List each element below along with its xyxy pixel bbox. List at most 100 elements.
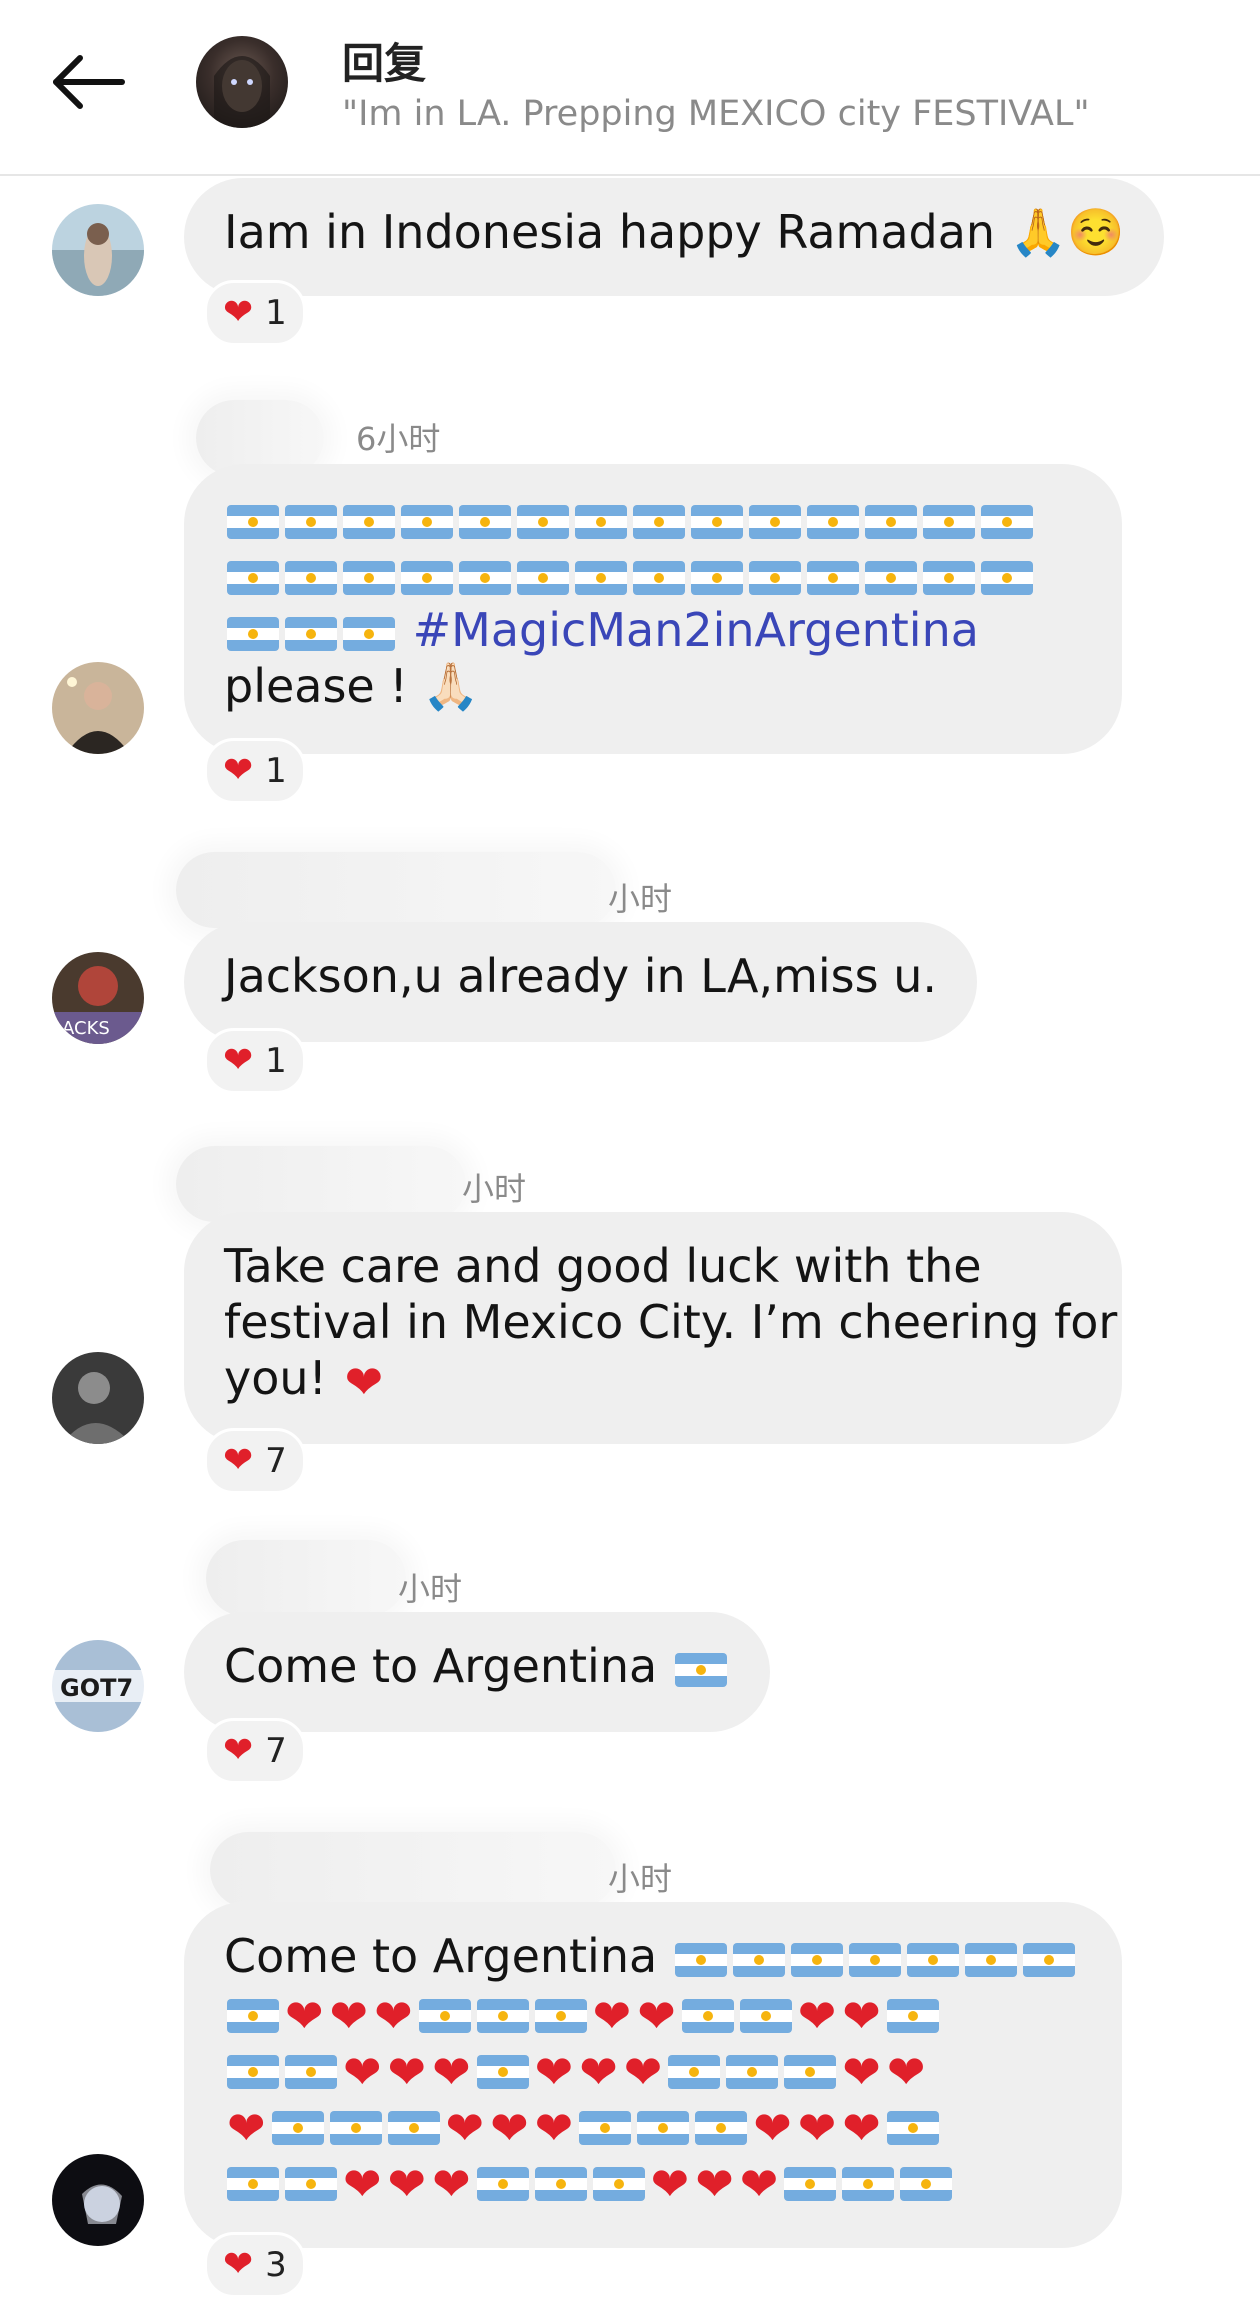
like-count: 3	[265, 2245, 287, 2285]
like-count: 7	[265, 1731, 287, 1771]
like-reaction[interactable]: ❤ 1	[204, 1028, 306, 1094]
argentina-flag-icon	[674, 1652, 727, 1687]
emoji-row: ❤ ❤ ❤ ❤ ❤ ❤	[224, 2152, 1082, 2208]
comment-text: you!	[224, 1351, 327, 1405]
argentina-flag-icon	[285, 2054, 337, 2089]
heart-icon: ❤	[223, 1040, 254, 1081]
heart-icon: ❤	[343, 2044, 382, 2099]
heart-icon: ❤	[223, 1730, 254, 1771]
redacted-username	[206, 1540, 406, 1616]
argentina-flag-icon	[726, 2054, 779, 2089]
commenter-avatar[interactable]: GOT7	[52, 1640, 144, 1732]
emoji-row: ❤ ❤ ❤ ❤ ❤ ❤ ❤	[224, 1984, 1082, 2040]
argentina-flag-icon	[842, 2166, 895, 2201]
argentina-flag-icon	[517, 504, 569, 539]
argentina-flag-icon	[343, 616, 395, 651]
like-reaction[interactable]: ❤ 7	[204, 1428, 306, 1494]
comment-text: Come to Argentina	[224, 1929, 658, 1983]
heart-icon: ❤	[223, 1440, 254, 1481]
comment-text: festival in Mexico City. I’m cheering fo…	[224, 1295, 1118, 1349]
like-count: 1	[265, 751, 287, 791]
heart-icon: ❤	[753, 2100, 792, 2155]
argentina-flag-icon	[401, 504, 453, 539]
heart-icon: ❤	[886, 2044, 926, 2099]
heart-icon: ❤	[650, 2156, 690, 2211]
heart-icon: ❤	[344, 1354, 384, 1409]
argentina-flag-icon	[981, 504, 1033, 539]
post-quote-subtitle: "Im in LA. Prepping MEXICO city FESTIVAL…	[342, 94, 1090, 134]
comment-bubble: Come to Argentina	[184, 1612, 770, 1732]
argentina-flag-icon	[343, 560, 395, 595]
like-reaction[interactable]: ❤ 7	[204, 1718, 306, 1784]
argentina-flag-icon	[784, 2166, 837, 2201]
argentina-flag-icon	[691, 504, 743, 539]
heart-icon: ❤	[223, 292, 254, 333]
heart-icon: ❤	[285, 1988, 324, 2043]
comment-time: 小时	[608, 880, 673, 918]
heart-icon: ❤	[623, 2044, 663, 2099]
like-reaction[interactable]: ❤ 1	[204, 280, 306, 346]
comment-bubble: Jackson,u already in LA,miss u.	[184, 922, 977, 1042]
comment-time: 小时	[462, 1170, 527, 1208]
comment-text: Iam in Indonesia happy Ramadan 🙏☺️	[224, 205, 1125, 259]
argentina-flag-icon	[739, 1998, 792, 2033]
argentina-flag-icon	[964, 1942, 1017, 1977]
heart-icon: ❤	[387, 2044, 427, 2099]
argentina-flag-icon	[387, 2110, 440, 2145]
argentina-flag-icon	[517, 560, 569, 595]
argentina-flag-icon	[807, 560, 859, 595]
argentina-flag-icon	[923, 560, 975, 595]
commenter-avatar[interactable]: ACKS	[52, 952, 144, 1044]
hashtag-link[interactable]: #MagicMan2inArgentina	[413, 603, 979, 657]
flag-row	[224, 603, 398, 657]
argentina-flag-icon	[227, 1998, 279, 2033]
heart-icon: ❤	[223, 750, 254, 791]
like-reaction[interactable]: ❤ 1	[204, 738, 306, 804]
like-reaction[interactable]: ❤ 3	[204, 2232, 306, 2298]
flag-row	[224, 490, 1082, 546]
comment-time: 小时	[398, 1570, 463, 1608]
argentina-flag-icon	[418, 1998, 471, 2033]
heart-icon: ❤	[387, 2156, 427, 2211]
redacted-username	[176, 1146, 466, 1222]
argentina-flag-icon	[886, 2110, 939, 2145]
argentina-flag-icon	[674, 1942, 727, 1977]
argentina-flag-icon	[579, 2110, 632, 2145]
argentina-flag-icon	[637, 2110, 690, 2145]
heart-icon: ❤	[695, 2156, 734, 2211]
commenter-avatar[interactable]	[52, 204, 144, 296]
argentina-flag-icon	[981, 560, 1033, 595]
commenter-avatar[interactable]	[52, 1352, 144, 1444]
heart-icon: ❤	[534, 2044, 574, 2099]
heart-icon: ❤	[432, 2044, 471, 2099]
argentina-flag-icon	[459, 504, 511, 539]
redacted-username	[176, 852, 616, 928]
commenter-avatar[interactable]	[52, 2154, 144, 2246]
commenter-avatar[interactable]	[52, 662, 144, 754]
svg-text:ACKS: ACKS	[62, 1018, 110, 1039]
post-author-avatar[interactable]	[196, 36, 288, 128]
heart-icon: ❤	[592, 1988, 632, 2043]
argentina-flag-icon	[343, 504, 395, 539]
heart-icon: ❤	[374, 1988, 413, 2043]
heart-icon: ❤	[739, 2156, 779, 2211]
argentina-flag-icon	[900, 2166, 953, 2201]
svg-text:GOT7: GOT7	[60, 1674, 133, 1702]
argentina-flag-icon	[592, 2166, 645, 2201]
comment-time: 6小时	[356, 420, 441, 458]
like-count: 1	[265, 293, 287, 333]
argentina-flag-icon	[923, 504, 975, 539]
argentina-flag-icon	[285, 560, 337, 595]
redacted-username	[210, 1832, 616, 1908]
argentina-flag-icon	[865, 504, 917, 539]
comment-bubble: #MagicMan2inArgentina please ! 🙏🏻	[184, 464, 1122, 754]
heart-icon: ❤	[227, 2100, 266, 2155]
argentina-flag-icon	[633, 560, 685, 595]
back-button[interactable]	[48, 52, 138, 122]
comment-text: Jackson,u already in LA,miss u.	[224, 949, 937, 1003]
comment-text: Come to Argentina	[224, 1639, 658, 1693]
argentina-flag-icon	[695, 2110, 748, 2145]
heart-icon: ❤	[842, 1988, 881, 2043]
heart-icon: ❤	[223, 2244, 254, 2285]
argentina-flag-icon	[476, 1998, 529, 2033]
